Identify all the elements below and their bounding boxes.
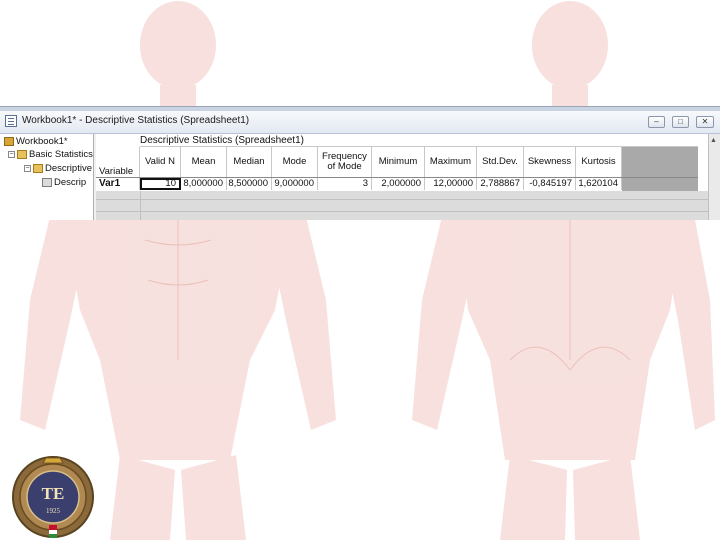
column-header[interactable]: Frequency of Mode [318,147,372,177]
university-emblem: TE 1925 [10,455,96,539]
column-header[interactable]: Minimum [372,147,425,177]
column-header[interactable]: Mean [181,147,227,177]
tree-label-descriptive-folder: Descriptive [45,163,92,174]
emblem-letters: TE [41,484,65,503]
background-anatomy-back [360,0,720,540]
scroll-up-icon[interactable]: ▲ [710,137,717,144]
folder-open-icon [33,163,43,173]
spreadsheet-title: Descriptive Statistics (Spreadsheet1) [140,135,304,146]
collapse-icon[interactable]: − [24,164,31,172]
column-header[interactable]: Kurtosis [576,147,622,177]
tree-item-descriptive-folder[interactable]: − Descriptive [24,163,92,175]
column-header[interactable]: Std.Dev. [477,147,524,177]
emblem-year: 1925 [46,507,60,515]
row-label-var1[interactable]: Var1 [96,178,140,190]
table-cell-valid-n[interactable]: 10 [140,178,181,190]
window-title: Workbook1* - Descriptive Statistics (Spr… [22,115,250,126]
close-button[interactable]: ✕ [696,116,714,128]
tree-label-descriptive-sheet: Descrip [54,177,87,188]
variable-column-header: Variable [96,147,140,177]
table-cell[interactable]: 8,000000 [181,178,227,190]
workbook-icon [4,136,14,146]
vertical-scrollbar[interactable]: ▲ [708,134,720,220]
column-header[interactable]: Skewness [524,147,576,177]
folder-open-icon [17,149,27,159]
empty-grid-area[interactable] [96,191,708,220]
tree-item-descriptive-sheet[interactable]: Descrip [42,177,86,189]
column-header[interactable]: Median [227,147,272,177]
spreadsheet: Descriptive Statistics (Spreadsheet1) Va… [96,134,708,220]
spreadsheet-icon [42,177,52,187]
tree-label-workbook: Workbook1* [16,136,68,147]
tree-item-basic-statistics[interactable]: − Basic Statistics [8,149,93,161]
workbook-app-icon [5,115,17,127]
column-header[interactable]: Valid N [140,147,181,177]
table-cell[interactable]: -0,845197 [524,178,576,190]
table-cell[interactable]: 9,000000 [272,178,318,190]
table-cell[interactable]: 8,500000 [227,178,272,190]
column-header[interactable]: Mode [272,147,318,177]
title-bar[interactable]: Workbook1* - Descriptive Statistics (Spr… [0,111,720,134]
table-cell[interactable]: 3 [318,178,372,190]
table-cell[interactable]: 2,000000 [372,178,425,190]
statistica-window: Workbook1* - Descriptive Statistics (Spr… [0,106,720,220]
column-header[interactable]: Maximum [425,147,477,177]
maximize-button[interactable]: □ [672,116,689,128]
workbook-tree: Workbook1* − Basic Statistics − Descriptiv… [0,134,94,220]
table-cell[interactable]: 1,620104 [576,178,622,190]
table-cell[interactable]: 2,788867 [477,178,524,190]
collapse-icon[interactable]: − [8,150,15,158]
tree-label-basic-statistics: Basic Statistics [29,149,93,160]
minimize-button[interactable]: ‒ [648,116,665,128]
table-cell[interactable]: 12,00000 [425,178,477,190]
tree-item-workbook[interactable]: Workbook1* [4,136,68,148]
